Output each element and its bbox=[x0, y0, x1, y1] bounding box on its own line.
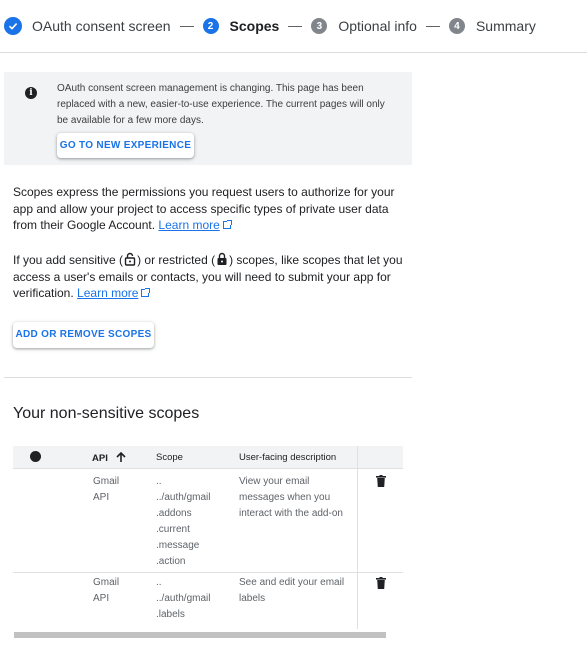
step-summary[interactable]: 4 Summary bbox=[448, 18, 536, 34]
step-scopes[interactable]: 2 Scopes bbox=[202, 18, 280, 34]
open-in-new-icon bbox=[141, 288, 151, 297]
column-divider bbox=[357, 573, 358, 629]
step-label: Optional info bbox=[338, 18, 417, 34]
learn-more-link[interactable]: Learn more bbox=[77, 286, 138, 300]
step-label: Summary bbox=[475, 18, 536, 34]
step-optional-info[interactable]: 3 Optional info bbox=[311, 18, 417, 34]
delete-icon[interactable] bbox=[376, 475, 386, 487]
description-cell-line: messages when you bbox=[239, 492, 331, 503]
step-number: 2 bbox=[202, 18, 219, 34]
table-row: Gmail API .. ../auth/gmail .labels See a… bbox=[13, 572, 403, 629]
notice-message: OAuth consent screen management is chang… bbox=[57, 83, 385, 126]
api-cell-line: Gmail bbox=[93, 577, 120, 588]
scope-cell-line: .. bbox=[156, 476, 162, 487]
sensitive-text-a: If you add sensitive ( bbox=[13, 253, 124, 267]
stepper: OAuth consent screen 2 Scopes 3 Optional… bbox=[0, 0, 587, 53]
description-cell: View your email messages when you intera… bbox=[239, 474, 343, 522]
description-cell-line: labels bbox=[239, 593, 266, 604]
arrow-up-icon bbox=[116, 451, 127, 462]
scope-cell-line: ../auth/gmail bbox=[156, 492, 211, 503]
description-cell-line: interact with the add-on bbox=[239, 508, 343, 519]
scope-cell-line: .labels bbox=[156, 609, 185, 620]
description-cell-line: See and edit your email bbox=[239, 577, 345, 588]
open-in-new-icon bbox=[222, 220, 232, 229]
column-divider bbox=[357, 446, 358, 468]
lock-icon bbox=[217, 252, 227, 265]
step-number: 4 bbox=[448, 18, 465, 34]
step-separator bbox=[288, 25, 303, 27]
scope-cell-line: .action bbox=[156, 556, 186, 567]
scope-cell-line: .. bbox=[156, 577, 162, 588]
step-label: Scopes bbox=[229, 18, 280, 34]
api-header-label: API bbox=[92, 453, 108, 464]
api-cell-line: API bbox=[93, 492, 110, 503]
api-cell: Gmail API bbox=[93, 474, 119, 506]
section-divider bbox=[4, 377, 412, 378]
scope-cell: .. ../auth/gmail .labels bbox=[156, 575, 210, 623]
go-to-new-experience-button[interactable]: GO TO NEW EXPERIENCE bbox=[57, 133, 194, 158]
column-divider bbox=[357, 469, 358, 573]
select-all-indicator[interactable] bbox=[30, 451, 41, 462]
scope-cell-line: .addons bbox=[156, 508, 192, 519]
step-number: 3 bbox=[311, 18, 328, 34]
add-or-remove-scopes-button[interactable]: ADD OR REMOVE SCOPES bbox=[13, 322, 154, 348]
lock-open-icon bbox=[124, 252, 136, 266]
api-cell: Gmail API bbox=[93, 575, 119, 607]
step-separator bbox=[425, 25, 440, 27]
scopes-intro: Scopes express the permissions you reque… bbox=[13, 184, 408, 234]
description-column-header: User-facing description bbox=[239, 452, 337, 463]
scope-cell-line: .message bbox=[156, 540, 200, 551]
info-icon: i bbox=[25, 87, 37, 99]
sensitive-text-b: ) or restricted ( bbox=[137, 253, 216, 267]
horizontal-scrollbar[interactable] bbox=[14, 632, 386, 638]
step-label: OAuth consent screen bbox=[32, 18, 171, 34]
description-cell-line: View your email bbox=[239, 476, 310, 487]
table-header: API Scope User-facing description bbox=[13, 446, 403, 468]
delete-icon[interactable] bbox=[376, 577, 386, 589]
api-column-header[interactable]: API bbox=[92, 451, 127, 464]
step-separator bbox=[179, 25, 194, 27]
table-row: Gmail API .. ../auth/gmail .addons .curr… bbox=[13, 468, 403, 573]
scope-column-header: Scope bbox=[156, 452, 183, 463]
scope-cell-line: .current bbox=[156, 524, 190, 535]
check-circle-icon bbox=[4, 17, 22, 35]
api-cell-line: API bbox=[93, 593, 110, 604]
sensitive-scopes-info: If you add sensitive () or restricted ()… bbox=[13, 252, 408, 302]
api-cell-line: Gmail bbox=[93, 476, 120, 487]
step-oauth-consent[interactable]: OAuth consent screen bbox=[4, 17, 171, 35]
scope-cell-line: ../auth/gmail bbox=[156, 593, 211, 604]
scope-cell: .. ../auth/gmail .addons .current .messa… bbox=[156, 474, 210, 570]
description-cell: See and edit your email labels bbox=[239, 575, 344, 607]
non-sensitive-scopes-table: API Scope User-facing description Gmail … bbox=[13, 446, 403, 629]
section-title: Your non-sensitive scopes bbox=[13, 405, 200, 422]
learn-more-link[interactable]: Learn more bbox=[158, 218, 219, 232]
